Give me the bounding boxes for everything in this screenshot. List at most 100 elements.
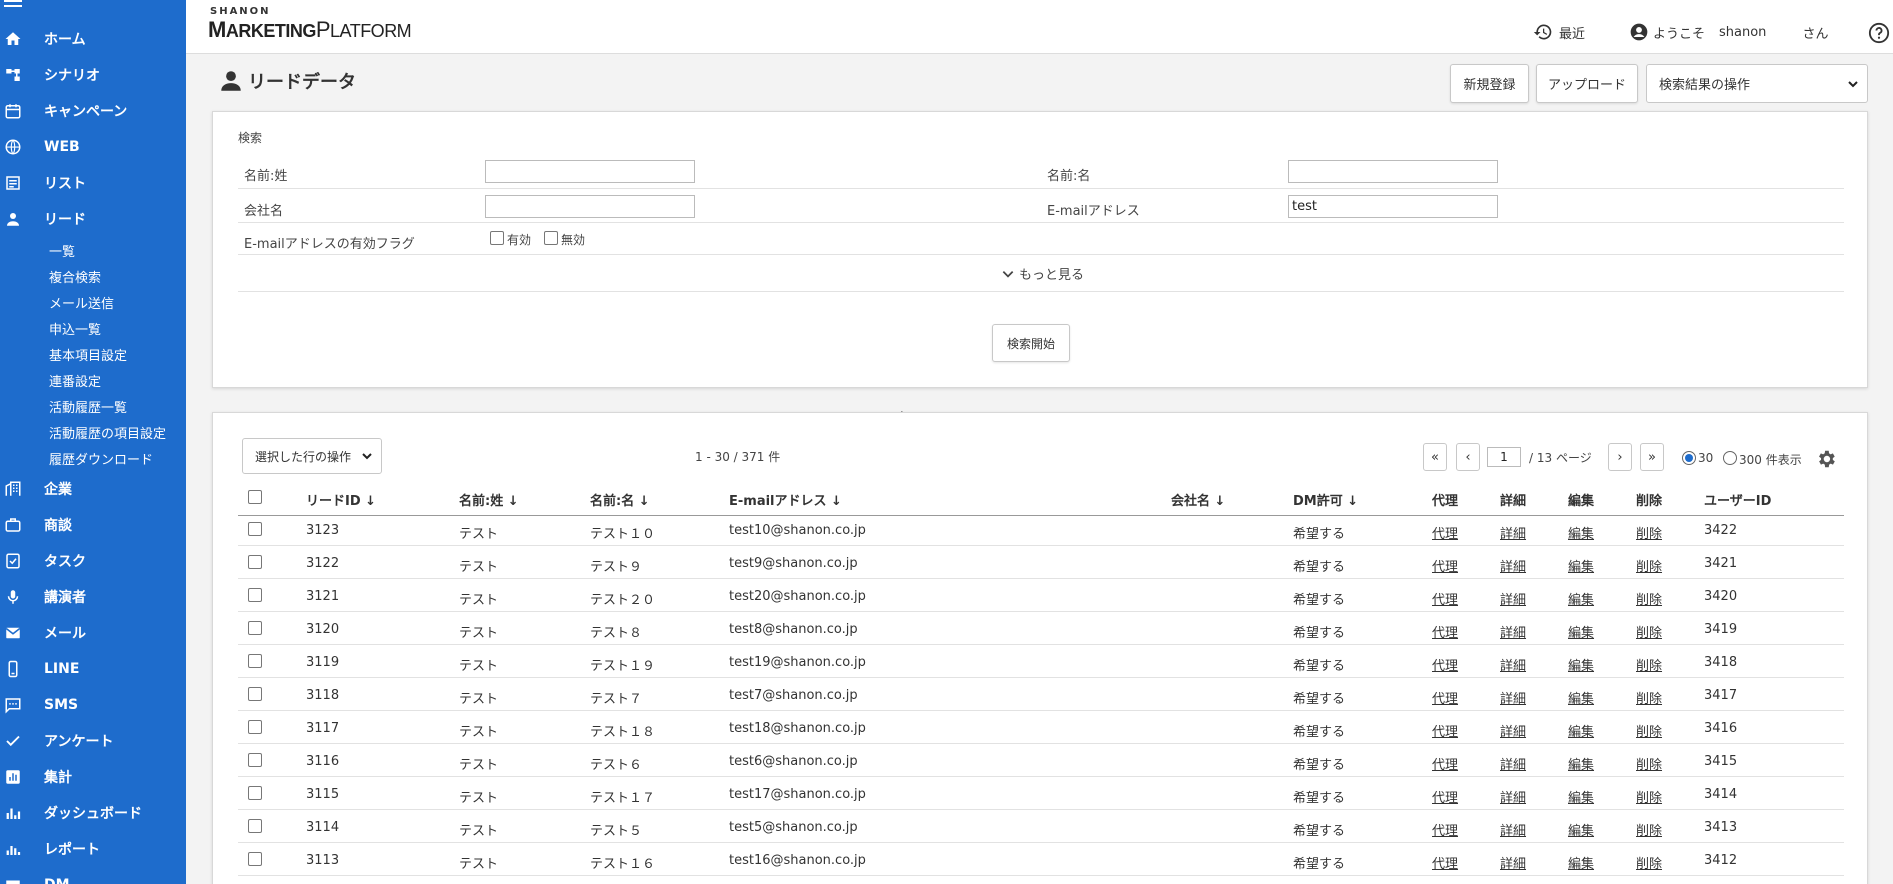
sidebar-item-14[interactable]: 集計 <box>0 762 186 792</box>
sidebar-item-2[interactable]: キャンペーン <box>0 96 186 126</box>
row-checkbox[interactable] <box>248 522 262 536</box>
edit-link[interactable]: 編集 <box>1568 556 1594 575</box>
col-lead-id[interactable]: リードID ↓ <box>306 490 376 509</box>
menu-icon[interactable] <box>4 0 22 9</box>
delete-link[interactable]: 削除 <box>1636 589 1662 608</box>
edit-link[interactable]: 編集 <box>1568 820 1594 839</box>
sidebar-subitem-3[interactable]: 申込一覧 <box>49 319 101 338</box>
select-all-checkbox[interactable] <box>248 490 262 504</box>
col-last-name[interactable]: 名前:姓 ↓ <box>459 490 519 509</box>
col-dm[interactable]: DM許可 ↓ <box>1293 490 1358 509</box>
proxy-link[interactable]: 代理 <box>1432 721 1458 740</box>
invalid-checkbox[interactable] <box>544 231 558 245</box>
per-page-30-radio[interactable] <box>1682 451 1696 465</box>
more-toggle[interactable]: もっと見る <box>1001 264 1084 283</box>
col-email[interactable]: E-mailアドレス ↓ <box>729 490 842 509</box>
first-name-input[interactable] <box>1288 160 1498 183</box>
row-checkbox[interactable] <box>248 621 262 635</box>
row-checkbox[interactable] <box>248 588 262 602</box>
sidebar-item-4[interactable]: リスト <box>0 168 186 198</box>
sidebar-item-13[interactable]: アンケート <box>0 726 186 756</box>
proxy-link[interactable]: 代理 <box>1432 589 1458 608</box>
prev-page-button[interactable]: ‹ <box>1456 443 1480 471</box>
sidebar-item-0[interactable]: ホーム <box>0 24 186 54</box>
delete-link[interactable]: 削除 <box>1636 556 1662 575</box>
edit-link[interactable]: 編集 <box>1568 787 1594 806</box>
proxy-link[interactable]: 代理 <box>1432 820 1458 839</box>
sidebar-item-3[interactable]: WEB <box>0 132 186 162</box>
delete-link[interactable]: 削除 <box>1636 853 1662 872</box>
delete-link[interactable]: 削除 <box>1636 523 1662 542</box>
detail-link[interactable]: 詳細 <box>1500 523 1526 542</box>
sidebar-item-6[interactable]: 企業 <box>0 474 186 504</box>
row-checkbox[interactable] <box>248 786 262 800</box>
edit-link[interactable]: 編集 <box>1568 688 1594 707</box>
proxy-link[interactable]: 代理 <box>1432 853 1458 872</box>
edit-link[interactable]: 編集 <box>1568 655 1594 674</box>
detail-link[interactable]: 詳細 <box>1500 820 1526 839</box>
proxy-link[interactable]: 代理 <box>1432 787 1458 806</box>
detail-link[interactable]: 詳細 <box>1500 787 1526 806</box>
per-page-300-radio[interactable] <box>1723 451 1737 465</box>
detail-link[interactable]: 詳細 <box>1500 721 1526 740</box>
edit-link[interactable]: 編集 <box>1568 721 1594 740</box>
sidebar-subitem-6[interactable]: 活動履歴一覧 <box>49 397 127 416</box>
search-start-button[interactable]: 検索開始 <box>992 324 1070 362</box>
row-checkbox[interactable] <box>248 852 262 866</box>
proxy-link[interactable]: 代理 <box>1432 622 1458 641</box>
edit-link[interactable]: 編集 <box>1568 853 1594 872</box>
sidebar-item-1[interactable]: シナリオ <box>0 60 186 90</box>
edit-link[interactable]: 編集 <box>1568 589 1594 608</box>
sidebar-subitem-4[interactable]: 基本項目設定 <box>49 345 127 364</box>
gear-icon[interactable] <box>1815 448 1837 470</box>
row-action-select[interactable]: 選択した行の操作 <box>242 438 382 474</box>
recent-link[interactable]: 最近 <box>1533 22 1585 42</box>
proxy-link[interactable]: 代理 <box>1432 688 1458 707</box>
proxy-link[interactable]: 代理 <box>1432 523 1458 542</box>
last-page-button[interactable]: » <box>1640 443 1664 471</box>
sidebar-subitem-5[interactable]: 連番設定 <box>49 371 101 390</box>
proxy-link[interactable]: 代理 <box>1432 556 1458 575</box>
row-checkbox[interactable] <box>248 753 262 767</box>
email-input[interactable]: test <box>1288 195 1498 218</box>
delete-link[interactable]: 削除 <box>1636 754 1662 773</box>
detail-link[interactable]: 詳細 <box>1500 655 1526 674</box>
sidebar-subitem-8[interactable]: 履歴ダウンロード <box>49 449 153 468</box>
row-checkbox[interactable] <box>248 654 262 668</box>
delete-link[interactable]: 削除 <box>1636 655 1662 674</box>
detail-link[interactable]: 詳細 <box>1500 754 1526 773</box>
help-button[interactable] <box>1868 22 1890 44</box>
sidebar-item-12[interactable]: SMS <box>0 690 186 720</box>
sidebar-subitem-7[interactable]: 活動履歴の項目設定 <box>49 423 166 442</box>
upload-button[interactable]: アップロード <box>1536 64 1638 103</box>
sidebar-item-11[interactable]: LINE <box>0 654 186 684</box>
next-page-button[interactable]: › <box>1608 443 1632 471</box>
delete-link[interactable]: 削除 <box>1636 688 1662 707</box>
valid-checkbox[interactable] <box>490 231 504 245</box>
sidebar-subitem-0[interactable]: 一覧 <box>49 241 75 260</box>
delete-link[interactable]: 削除 <box>1636 622 1662 641</box>
new-button[interactable]: 新規登録 <box>1450 64 1529 103</box>
company-input[interactable] <box>485 195 695 218</box>
col-company[interactable]: 会社名 ↓ <box>1171 490 1225 509</box>
sidebar-item-16[interactable]: レポート <box>0 834 186 864</box>
detail-link[interactable]: 詳細 <box>1500 853 1526 872</box>
edit-link[interactable]: 編集 <box>1568 622 1594 641</box>
sidebar-subitem-2[interactable]: メール送信 <box>49 293 114 312</box>
col-first-name[interactable]: 名前:名 ↓ <box>590 490 650 509</box>
sidebar-item-5[interactable]: リード <box>0 204 186 234</box>
detail-link[interactable]: 詳細 <box>1500 622 1526 641</box>
edit-link[interactable]: 編集 <box>1568 754 1594 773</box>
sidebar-item-17[interactable]: DM <box>0 870 186 884</box>
sidebar-item-15[interactable]: ダッシュボード <box>0 798 186 828</box>
row-checkbox[interactable] <box>248 819 262 833</box>
delete-link[interactable]: 削除 <box>1636 721 1662 740</box>
row-checkbox[interactable] <box>248 687 262 701</box>
sidebar-subitem-1[interactable]: 複合検索 <box>49 267 101 286</box>
sidebar-item-7[interactable]: 商談 <box>0 510 186 540</box>
detail-link[interactable]: 詳細 <box>1500 688 1526 707</box>
first-page-button[interactable]: « <box>1423 443 1447 471</box>
delete-link[interactable]: 削除 <box>1636 820 1662 839</box>
detail-link[interactable]: 詳細 <box>1500 589 1526 608</box>
sidebar-item-9[interactable]: 講演者 <box>0 582 186 612</box>
